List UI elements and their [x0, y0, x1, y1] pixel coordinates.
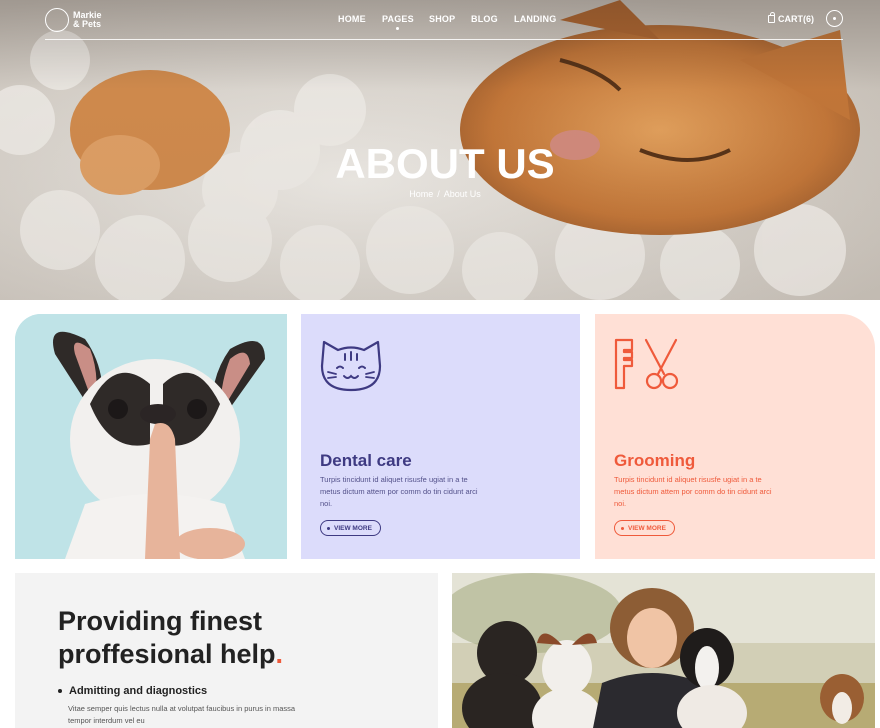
nav-landing[interactable]: LANDING — [514, 14, 556, 24]
grooming-card: Grooming Turpis tincidunt id aliquet ris… — [595, 314, 875, 559]
bullet-dot-icon — [621, 526, 624, 530]
service-item-title: Admitting and diagnostics — [58, 685, 207, 697]
nav-shop[interactable]: SHOP — [429, 14, 455, 24]
services-info-panel: Providing finest proffesional help. Admi… — [15, 573, 438, 728]
logo-line-2: & Pets — [73, 19, 102, 29]
cart-label: CART(6) — [778, 14, 814, 24]
grooming-view-more-button[interactable]: VIEW MORE — [614, 520, 675, 536]
nav-pages[interactable]: PAGES — [382, 14, 414, 30]
french-bulldog-image — [15, 314, 287, 559]
dental-care-title: Dental care — [320, 451, 412, 470]
woman-with-dogs-photo — [452, 573, 875, 728]
breadcrumb-current: About Us — [443, 189, 481, 199]
dental-care-card: Dental care Turpis tincidunt id aliquet … — [301, 314, 580, 559]
site-logo[interactable]: Markie & Pets — [45, 8, 113, 32]
comb-scissors-icon — [614, 338, 679, 390]
nav-home[interactable]: HOME — [338, 14, 366, 24]
nav-blog[interactable]: BLOG — [471, 14, 498, 24]
section-heading: Providing finest proffesional help. — [58, 606, 284, 669]
service-item-text: Vitae semper quis lectus nulla at volutp… — [68, 704, 296, 725]
dental-view-more-button[interactable]: VIEW MORE — [320, 520, 381, 536]
puppy-photo — [15, 314, 287, 559]
breadcrumb-home-link[interactable]: Home — [409, 189, 433, 199]
dogs-image — [452, 573, 875, 728]
dental-care-text: Turpis tincidunt id aliquet risusfe ugia… — [320, 475, 478, 508]
grooming-text: Turpis tincidunt id aliquet risusfe ugia… — [614, 475, 772, 508]
cat-icon — [320, 340, 382, 392]
page-title: ABOUT US — [335, 140, 555, 187]
top-navbar: Markie & Pets HOME PAGES SHOP BLOG LANDI… — [45, 0, 843, 40]
shopping-bag-icon — [768, 12, 775, 23]
breadcrumb-separator: / — [437, 189, 440, 199]
menu-toggle-button[interactable] — [826, 10, 843, 27]
breadcrumb: Home / About Us — [0, 189, 880, 199]
grooming-title: Grooming — [614, 451, 696, 470]
bullet-dot-icon — [327, 526, 330, 530]
hero-banner: Markie & Pets HOME PAGES SHOP BLOG LANDI… — [0, 0, 880, 300]
cart-button[interactable]: CART(6) — [768, 12, 814, 24]
active-nav-indicator — [396, 27, 400, 30]
paw-logo-icon — [45, 8, 69, 32]
